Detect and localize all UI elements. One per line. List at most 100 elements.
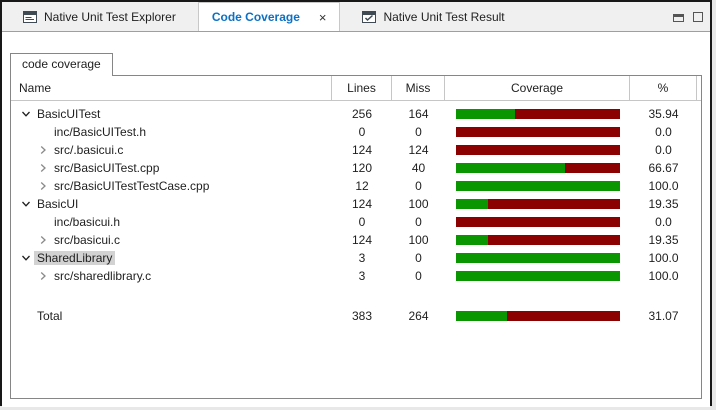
row-name: BasicUITest [34, 107, 103, 121]
coverage-bar [456, 181, 620, 191]
table-row[interactable]: inc/BasicUITest.h 0 0 0.0 [11, 123, 701, 141]
table-row[interactable]: inc/basicui.h 0 0 0.0 [11, 213, 701, 231]
row-percent: 19.35 [630, 233, 697, 247]
table-row[interactable]: src/BasicUITest.cpp 120 40 66.67 [11, 159, 701, 177]
coverage-fill [456, 235, 488, 245]
row-miss: 164 [392, 107, 445, 121]
row-percent: 100.0 [630, 269, 697, 283]
table-header: Name Lines Miss Coverage % [11, 76, 701, 101]
row-percent: 66.67 [630, 161, 697, 175]
row-name: src/sharedlibrary.c [51, 269, 154, 283]
total-miss: 264 [392, 309, 445, 323]
row-name: BasicUI [34, 197, 81, 211]
expander-icon[interactable] [34, 270, 51, 282]
expander-icon[interactable] [34, 216, 51, 228]
total-percent: 31.07 [630, 309, 697, 323]
row-miss: 100 [392, 197, 445, 211]
row-miss: 0 [392, 125, 445, 139]
column-header-percent[interactable]: % [630, 76, 697, 100]
column-header-name[interactable]: Name [11, 76, 332, 100]
table-row[interactable]: src/basicui.c 124 100 19.35 [11, 231, 701, 249]
chevron-down-icon [21, 199, 31, 209]
row-percent: 35.94 [630, 107, 697, 121]
row-percent: 0.0 [630, 125, 697, 139]
expander-icon[interactable] [17, 108, 34, 120]
tab-native-unit-test-explorer[interactable]: Native Unit Test Explorer [10, 2, 189, 31]
expander-icon[interactable] [34, 162, 51, 174]
chevron-right-icon [38, 181, 48, 191]
chevron-right-icon [38, 145, 48, 155]
coverage-panel: Name Lines Miss Coverage % BasicUITest 2… [10, 75, 702, 399]
row-percent: 100.0 [630, 251, 697, 265]
row-lines: 12 [332, 179, 392, 193]
column-header-coverage[interactable]: Coverage [445, 76, 630, 100]
row-name: inc/BasicUITest.h [51, 125, 149, 139]
total-lines: 383 [332, 309, 392, 323]
coverage-bar [456, 217, 620, 227]
chevron-right-icon [38, 235, 48, 245]
tab-label: Code Coverage [212, 10, 300, 24]
expander-icon[interactable] [34, 144, 51, 156]
row-lines: 3 [332, 269, 392, 283]
row-miss: 124 [392, 143, 445, 157]
test-result-icon [362, 10, 376, 24]
chevron-right-icon [38, 163, 48, 173]
column-header-filler [697, 76, 701, 100]
row-lines: 3 [332, 251, 392, 265]
coverage-fill [456, 163, 565, 173]
row-name: src/BasicUITestTestCase.cpp [51, 179, 212, 193]
chevron-down-icon [21, 109, 31, 119]
coverage-bar [456, 109, 620, 119]
row-name: SharedLibrary [34, 251, 115, 265]
row-percent: 100.0 [630, 179, 697, 193]
float-window-icon[interactable] [673, 11, 684, 22]
expander-icon[interactable] [17, 198, 34, 210]
code-coverage-tool-window: Native Unit Test Explorer Code Coverage … [0, 0, 712, 406]
coverage-bar [456, 253, 620, 263]
expander-icon[interactable] [34, 180, 51, 192]
expander-icon[interactable] [34, 234, 51, 246]
coverage-fill [456, 199, 488, 209]
table-row[interactable]: BasicUITest 256 164 35.94 [11, 105, 701, 123]
coverage-fill [456, 181, 620, 191]
table-row[interactable]: SharedLibrary 3 0 100.0 [11, 249, 701, 267]
row-name: src/.basicui.c [51, 143, 126, 157]
coverage-fill [456, 271, 620, 281]
coverage-bar [456, 199, 620, 209]
tab-label: Native Unit Test Result [383, 10, 504, 24]
maximize-icon[interactable] [693, 12, 703, 22]
row-name: src/basicui.c [51, 233, 123, 247]
column-header-lines[interactable]: Lines [332, 76, 392, 100]
coverage-bar [456, 271, 620, 281]
row-lines: 124 [332, 233, 392, 247]
tab-native-unit-test-result[interactable]: Native Unit Test Result [349, 2, 517, 31]
total-label: Total [34, 309, 65, 323]
row-name: src/BasicUITest.cpp [51, 161, 162, 175]
row-name: inc/basicui.h [51, 215, 123, 229]
total-coverage-fill [456, 311, 507, 321]
table-body: BasicUITest 256 164 35.94 inc/BasicUITes… [11, 101, 701, 285]
column-header-miss[interactable]: Miss [392, 76, 445, 100]
chevron-right-icon [38, 271, 48, 281]
chevron-down-icon [21, 253, 31, 263]
expander-spacer [17, 310, 34, 322]
row-lines: 0 [332, 215, 392, 229]
close-icon[interactable]: × [319, 11, 327, 24]
table-row[interactable]: src/BasicUITestTestCase.cpp 12 0 100.0 [11, 177, 701, 195]
expander-icon[interactable] [34, 126, 51, 138]
table-row[interactable]: src/sharedlibrary.c 3 0 100.0 [11, 267, 701, 285]
test-explorer-icon [23, 10, 37, 24]
row-percent: 19.35 [630, 197, 697, 211]
row-lines: 124 [332, 197, 392, 211]
row-percent: 0.0 [630, 215, 697, 229]
tab-code-coverage[interactable]: Code Coverage × [198, 2, 341, 31]
coverage-bar [456, 163, 620, 173]
expander-icon[interactable] [17, 252, 34, 264]
row-lines: 124 [332, 143, 392, 157]
tab-label: Native Unit Test Explorer [44, 10, 176, 24]
table-row[interactable]: src/.basicui.c 124 124 0.0 [11, 141, 701, 159]
tab-code-coverage-page[interactable]: code coverage [10, 53, 113, 76]
coverage-bar [456, 145, 620, 155]
table-row[interactable]: BasicUI 124 100 19.35 [11, 195, 701, 213]
row-lines: 256 [332, 107, 392, 121]
